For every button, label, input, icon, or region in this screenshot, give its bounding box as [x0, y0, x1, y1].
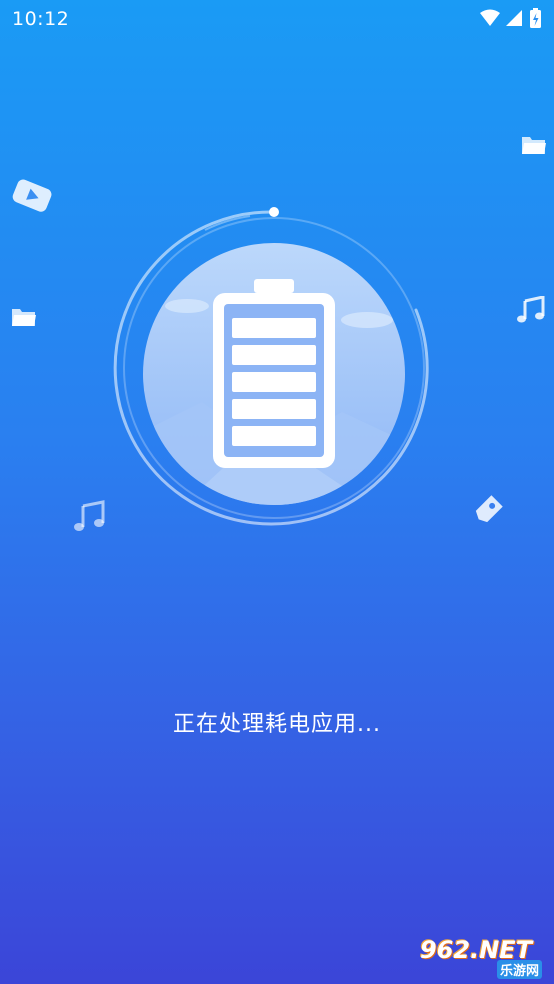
processing-message: 正在处理耗电应用...	[173, 712, 381, 737]
battery-icon	[213, 279, 335, 468]
watermark-subtitle: 乐游网	[496, 960, 542, 979]
watermark-logo: 962.NET 乐游网	[414, 934, 548, 979]
progress-indicator-dot	[269, 207, 279, 217]
